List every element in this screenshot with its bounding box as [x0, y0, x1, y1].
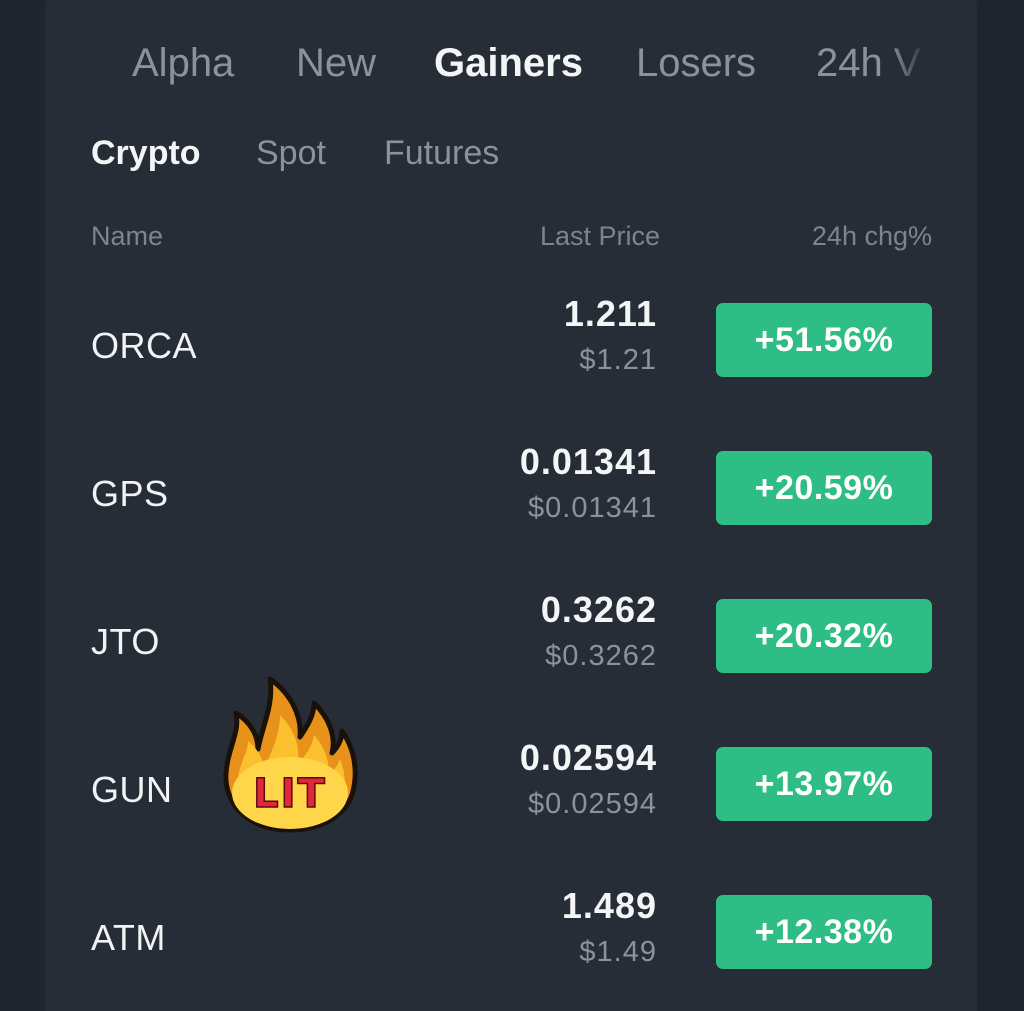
usd-price: $0.01341 [528, 492, 657, 524]
column-header-change[interactable]: 24h chg% [812, 220, 932, 252]
change-badge[interactable]: +12.38% [716, 895, 932, 969]
symbol-name: ORCA [91, 325, 198, 366]
symbol-name: JTO [91, 621, 160, 662]
usd-price: $0.02594 [528, 788, 657, 820]
tabs-fade-overlay [890, 38, 934, 90]
last-price: 1.489 [561, 885, 657, 926]
screen: Alpha New Gainers Losers 24h V Crypto Sp… [0, 0, 1024, 1011]
symbol-name: GUN [91, 769, 173, 810]
last-price: 1.211 [563, 293, 657, 334]
category-tabs: Alpha New Gainers Losers 24h V [132, 38, 932, 88]
tab-alpha[interactable]: Alpha [132, 38, 234, 88]
tab-losers[interactable]: Losers [636, 38, 756, 88]
last-price: 0.01341 [519, 441, 657, 482]
change-badge[interactable]: +51.56% [716, 303, 932, 377]
last-price: 0.02594 [519, 737, 657, 778]
table-row[interactable]: ORCA 1.211 $1.21 +51.56% [45, 272, 977, 420]
symbol-name: GPS [91, 473, 169, 514]
sticker-lit-text: LIT [253, 771, 327, 817]
subtab-futures[interactable]: Futures [384, 132, 499, 174]
column-header-name[interactable]: Name [91, 220, 163, 252]
column-header-last-price[interactable]: Last Price [540, 220, 660, 252]
last-price: 0.3262 [540, 589, 657, 630]
change-badge[interactable]: +13.97% [716, 747, 932, 821]
table-row[interactable]: ATM 1.489 $1.49 +12.38% [45, 864, 977, 1011]
symbol-name: ATM [91, 917, 166, 958]
usd-price: $1.21 [579, 344, 657, 376]
usd-price: $1.49 [579, 936, 657, 968]
table-row[interactable]: GPS 0.01341 $0.01341 +20.59% [45, 420, 977, 568]
fire-icon: LIT [223, 676, 358, 833]
change-badge[interactable]: +20.32% [716, 599, 932, 673]
subtab-crypto[interactable]: Crypto [91, 132, 201, 174]
usd-price: $0.3262 [545, 640, 657, 672]
subtab-spot[interactable]: Spot [256, 132, 326, 174]
table-row[interactable]: JTO 0.3262 $0.3262 +20.32% [45, 568, 977, 716]
table-row[interactable]: GUN 0.02594 $0.02594 +13.97% [45, 716, 977, 864]
change-badge[interactable]: +20.59% [716, 451, 932, 525]
tab-new[interactable]: New [296, 38, 376, 88]
tab-gainers[interactable]: Gainers [434, 38, 583, 88]
